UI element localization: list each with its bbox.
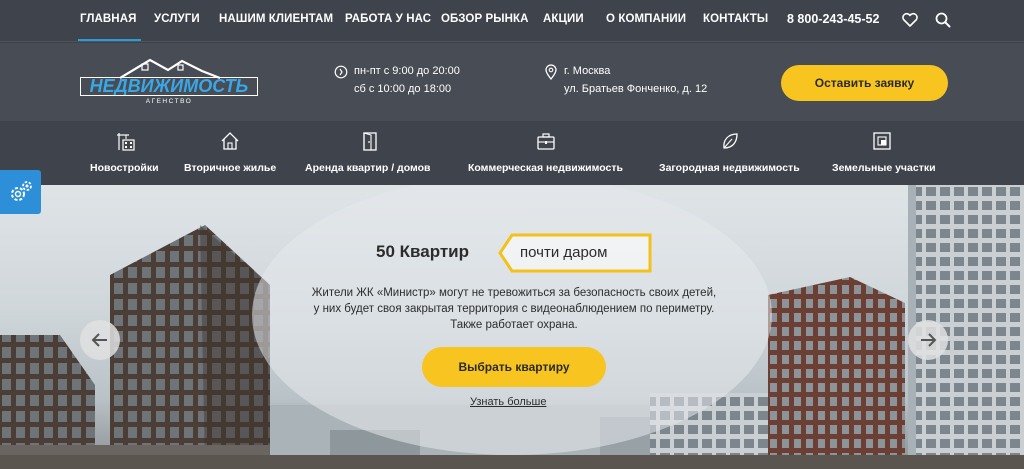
settings-widget[interactable] [0,170,41,214]
address-street: ул. Братьев Фонченко, д. 12 [564,83,708,95]
address-city: г. Москва [564,65,611,77]
category-new-buildings[interactable]: Новостройки [90,121,162,185]
briefcase-icon [537,133,555,150]
search-icon[interactable] [934,11,952,29]
hero-title: 50 Квартир [376,242,470,261]
nav-item-services[interactable]: УСЛУГИ [154,13,200,25]
category-label: Вторичное жилье [184,162,277,174]
category-commercial[interactable]: Коммерческая недвижимость [468,121,623,185]
roof-icon [120,58,220,79]
category-label: Коммерческая недвижимость [468,162,623,174]
category-label: Новостройки [90,162,159,174]
hero-description: Жители ЖК «Министр» могут не тревожиться… [311,287,717,331]
nav-item-clients[interactable]: НАШИМ КЛИЕНТАМ [219,13,333,25]
category-label: Земельные участки [832,162,936,174]
category-secondary-housing[interactable]: Вторичное жилье [184,121,278,185]
category-land[interactable]: Земельные участки [832,121,936,185]
house-icon [221,132,239,150]
address: г. Москва ул. Братьев Фонченко, д. 12 [545,63,745,103]
nav-item-promos[interactable]: АКЦИИ [543,13,584,25]
crane-building-icon [117,133,135,151]
arrow-right-icon [921,333,937,347]
land-plot-icon [873,132,891,150]
nav-item-market[interactable]: ОБЗОР РЫНКА [441,13,529,25]
hero-banner: 50 Квартир почти даром Жители ЖК «Минист… [0,185,1024,469]
nav-item-contacts[interactable]: КОНТАКТЫ [703,13,768,25]
hours-saturday: сб с 10:00 до 18:00 [354,83,452,95]
category-country[interactable]: Загородная недвижимость [659,121,801,185]
nav-item-about[interactable]: О КОМПАНИИ [606,13,686,25]
heart-icon[interactable] [901,11,919,29]
hero-badge: почти даром [498,233,652,273]
logo-subtitle: АГЕНСТВО [145,98,193,105]
arrow-left-icon [91,333,107,347]
leave-request-button[interactable]: Оставить заявку [781,65,948,101]
site-header: НЕДВИЖИМОСТЬ АГЕНСТВО пн-пт с 9:00 до 20… [0,43,1024,121]
leaf-icon [723,133,738,149]
category-rent[interactable]: Аренда квартир / домов [305,121,435,185]
hours-weekdays: пн-пт с 9:00 до 20:00 [354,65,460,77]
logo[interactable]: НЕДВИЖИМОСТЬ АГЕНСТВО [80,57,260,113]
top-navigation: ГЛАВНАЯ УСЛУГИ НАШИМ КЛИЕНТАМ РАБОТА У Н… [0,0,1024,42]
prev-slide-button[interactable] [80,320,120,360]
door-icon [363,132,377,151]
phone-number[interactable]: 8 800-243-45-52 [787,12,879,26]
nav-item-home[interactable]: ГЛАВНАЯ [78,13,140,41]
logo-text: НЕДВИЖИМОСТЬ [80,77,258,96]
next-slide-button[interactable] [908,320,948,360]
gears-icon [11,181,32,201]
category-label: Аренда квартир / домов [305,162,431,174]
choose-apartment-button[interactable]: Выбрать квартиру [422,347,606,387]
learn-more-link[interactable]: Узнать больше [470,396,546,408]
nav-item-jobs[interactable]: РАБОТА У НАС [345,13,431,25]
category-label: Загородная недвижимость [659,162,800,174]
category-bar: Новостройки Вторичное жилье Аренда кварт… [0,121,1024,185]
hero-badge-text: почти даром [520,244,608,261]
clock-icon [334,65,348,79]
working-hours: пн-пт с 9:00 до 20:00 сб с 10:00 до 18:0… [334,63,524,103]
location-pin-icon [545,64,557,80]
